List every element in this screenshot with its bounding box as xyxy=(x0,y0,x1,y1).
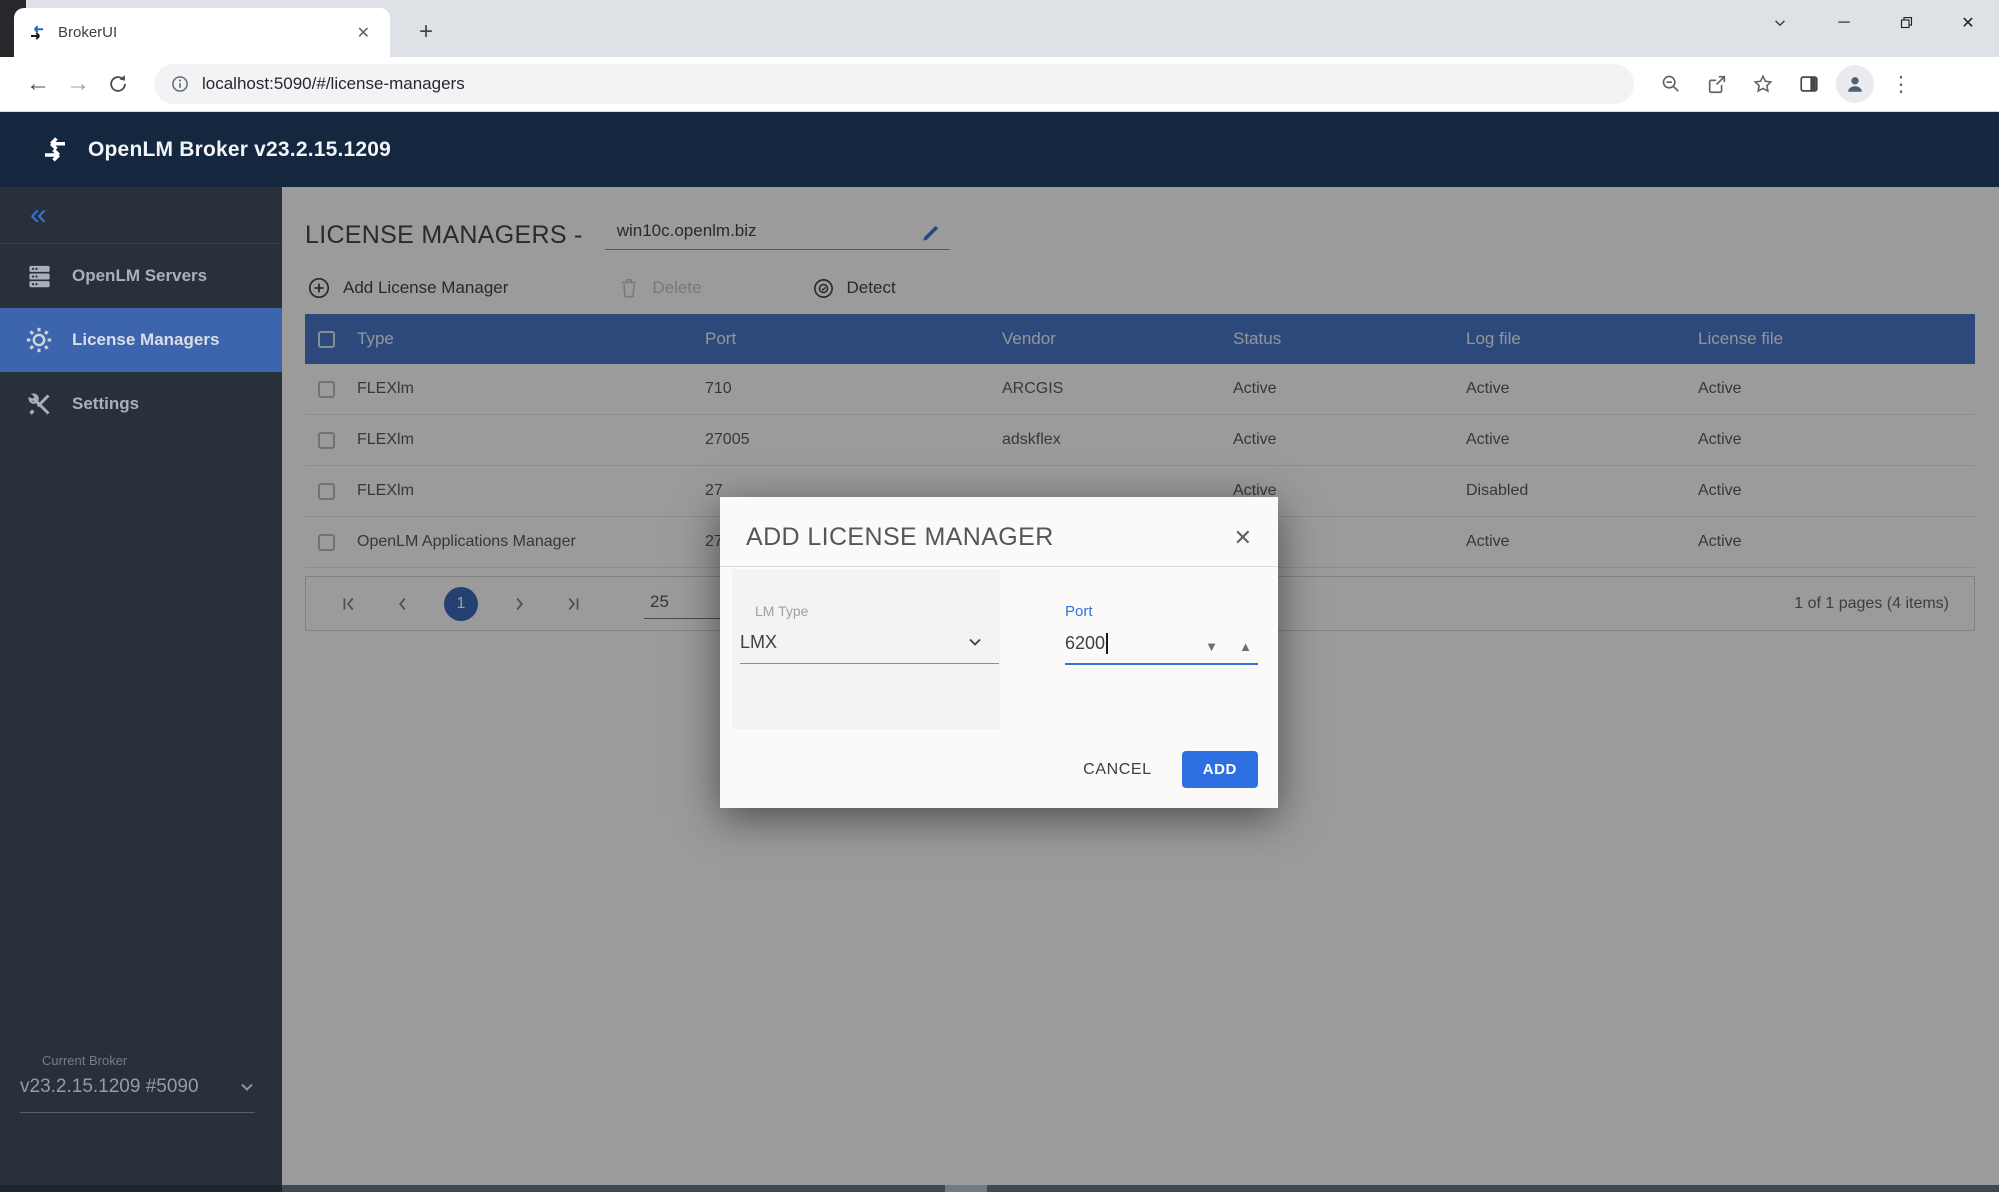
profile-avatar[interactable] xyxy=(1836,65,1874,103)
tools-icon xyxy=(22,391,56,418)
chevron-down-icon xyxy=(237,1077,257,1097)
lm-type-select[interactable]: LM Type LMX xyxy=(740,603,999,665)
sidebar-item-label: OpenLM Servers xyxy=(72,266,208,285)
sidebar-item-openlm-servers[interactable]: OpenLM Servers xyxy=(0,244,282,308)
side-panel-icon[interactable] xyxy=(1790,65,1828,103)
new-tab-button[interactable]: + xyxy=(408,14,444,50)
lm-type-label: LM Type xyxy=(755,603,809,619)
sidebar-collapse-icon[interactable]: « xyxy=(30,200,47,230)
current-broker-selector[interactable]: Current Broker v23.2.15.1209 #5090 xyxy=(0,1053,282,1113)
refresh-icon[interactable] xyxy=(98,64,138,104)
sidebar-item-settings[interactable]: Settings xyxy=(0,372,282,436)
browser-menu-icon[interactable]: ⋮ xyxy=(1882,65,1920,103)
bookmark-star-icon[interactable] xyxy=(1744,65,1782,103)
broker-app: OpenLM Broker v23.2.15.1209 « OpenLM Ser… xyxy=(0,112,1999,1192)
tab-title: BrokerUI xyxy=(58,24,118,41)
dialog-close-icon[interactable]: ✕ xyxy=(1234,525,1252,551)
cancel-button[interactable]: CANCEL xyxy=(1083,761,1152,779)
site-info-icon[interactable] xyxy=(170,74,190,94)
spinner-up-icon[interactable]: ▲ xyxy=(1239,639,1252,654)
restore-button[interactable] xyxy=(1875,0,1937,45)
spinner-down-icon[interactable]: ▼ xyxy=(1205,639,1218,654)
zoom-out-icon[interactable] xyxy=(1652,65,1690,103)
minimize-button[interactable]: ─ xyxy=(1813,0,1875,45)
sidebar-item-license-managers[interactable]: License Managers xyxy=(0,308,282,372)
port-input[interactable]: Port 6200 ▼ ▲ xyxy=(1065,603,1258,665)
address-bar: ← → localhost:5090/#/license-managers ⋮ xyxy=(0,57,1999,112)
current-broker-label: Current Broker xyxy=(42,1053,128,1068)
servers-icon xyxy=(22,263,56,290)
tab-close-icon[interactable]: ✕ xyxy=(351,21,376,45)
url-field[interactable]: localhost:5090/#/license-managers xyxy=(154,64,1634,104)
forward-icon[interactable]: → xyxy=(58,64,98,104)
browser-chrome: BrokerUI ✕ + ─ ✕ ← → localhost:5090/#/li… xyxy=(0,0,1999,112)
screen-bottom-edge xyxy=(0,1185,1999,1192)
url-text: localhost:5090/#/license-managers xyxy=(202,74,465,93)
share-icon[interactable] xyxy=(1698,65,1736,103)
openlm-favicon-icon xyxy=(28,24,46,42)
gear-icon xyxy=(22,326,56,354)
sidebar: « OpenLM Servers License Managers Settin… xyxy=(0,187,282,1185)
add-license-manager-dialog: ADD LICENSE MANAGER ✕ LM Type LMX Port 6… xyxy=(720,497,1278,808)
tab-strip: BrokerUI ✕ + ─ ✕ xyxy=(0,0,1999,57)
app-title: OpenLM Broker v23.2.15.1209 xyxy=(88,137,392,161)
sidebar-item-label: License Managers xyxy=(72,330,220,349)
port-value: 6200 xyxy=(1065,632,1106,653)
close-button[interactable]: ✕ xyxy=(1937,0,1999,45)
app-header: OpenLM Broker v23.2.15.1209 xyxy=(0,112,1999,187)
lm-type-value: LMX xyxy=(740,631,778,652)
tab-search-chevron-icon[interactable] xyxy=(1771,14,1789,32)
chevron-down-icon xyxy=(965,632,985,652)
openlm-logo-icon xyxy=(40,135,70,165)
dialog-title: ADD LICENSE MANAGER xyxy=(746,523,1054,551)
add-button[interactable]: ADD xyxy=(1181,751,1258,788)
current-broker-value: v23.2.15.1209 #5090 xyxy=(20,1076,199,1097)
back-icon[interactable]: ← xyxy=(18,64,58,104)
browser-tab[interactable]: BrokerUI ✕ xyxy=(14,8,390,57)
text-cursor xyxy=(1106,632,1109,654)
sidebar-item-label: Settings xyxy=(72,394,140,413)
port-label: Port xyxy=(1065,603,1093,620)
